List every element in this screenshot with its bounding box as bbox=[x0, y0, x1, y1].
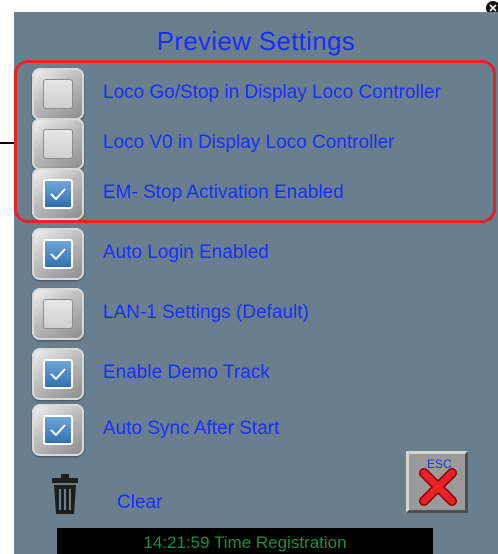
checkbox-icon[interactable] bbox=[32, 168, 84, 220]
checkbox-icon[interactable] bbox=[32, 118, 84, 170]
checkbox-icon[interactable] bbox=[32, 404, 84, 456]
checkbox-icon[interactable] bbox=[32, 348, 84, 400]
check-mark-icon bbox=[50, 424, 66, 437]
pointer-line bbox=[0, 142, 14, 144]
setting-label: Loco Go/Stop in Display Loco Controller bbox=[103, 82, 441, 103]
trash-icon[interactable] bbox=[51, 474, 79, 514]
setting-label: EM- Stop Activation Enabled bbox=[103, 182, 344, 203]
setting-item[interactable]: Auto Sync After Start bbox=[14, 404, 498, 458]
checkbox-icon[interactable] bbox=[32, 228, 84, 280]
setting-item[interactable]: Loco Go/Stop in Display Loco Controller bbox=[14, 68, 498, 122]
checkbox-icon[interactable] bbox=[32, 288, 84, 340]
check-mark-icon bbox=[50, 188, 66, 201]
close-x-icon bbox=[419, 468, 457, 506]
dialog-title: Preview Settings bbox=[156, 26, 356, 56]
setting-item[interactable]: Auto Login Enabled bbox=[14, 228, 498, 282]
setting-label: LAN-1 Settings (Default) bbox=[103, 302, 309, 323]
setting-label: Auto Sync After Start bbox=[103, 418, 280, 439]
status-bar: 14:21:59 Time Registration bbox=[57, 528, 433, 554]
setting-item[interactable]: EM- Stop Activation Enabled bbox=[14, 168, 498, 222]
setting-label: Auto Login Enabled bbox=[103, 242, 269, 263]
setting-item[interactable]: LAN-1 Settings (Default) bbox=[14, 288, 498, 342]
check-mark-icon bbox=[50, 248, 66, 261]
setting-label: Loco V0 in Display Loco Controller bbox=[103, 132, 395, 153]
setting-label: Enable Demo Track bbox=[103, 362, 270, 383]
setting-item[interactable]: Loco V0 in Display Loco Controller bbox=[14, 118, 498, 172]
checkbox-icon[interactable] bbox=[32, 68, 84, 120]
check-mark-icon bbox=[50, 368, 66, 381]
esc-button[interactable]: ESC bbox=[406, 451, 468, 513]
clear-button[interactable]: Clear bbox=[117, 492, 162, 514]
setting-item[interactable]: Enable Demo Track bbox=[14, 348, 498, 402]
